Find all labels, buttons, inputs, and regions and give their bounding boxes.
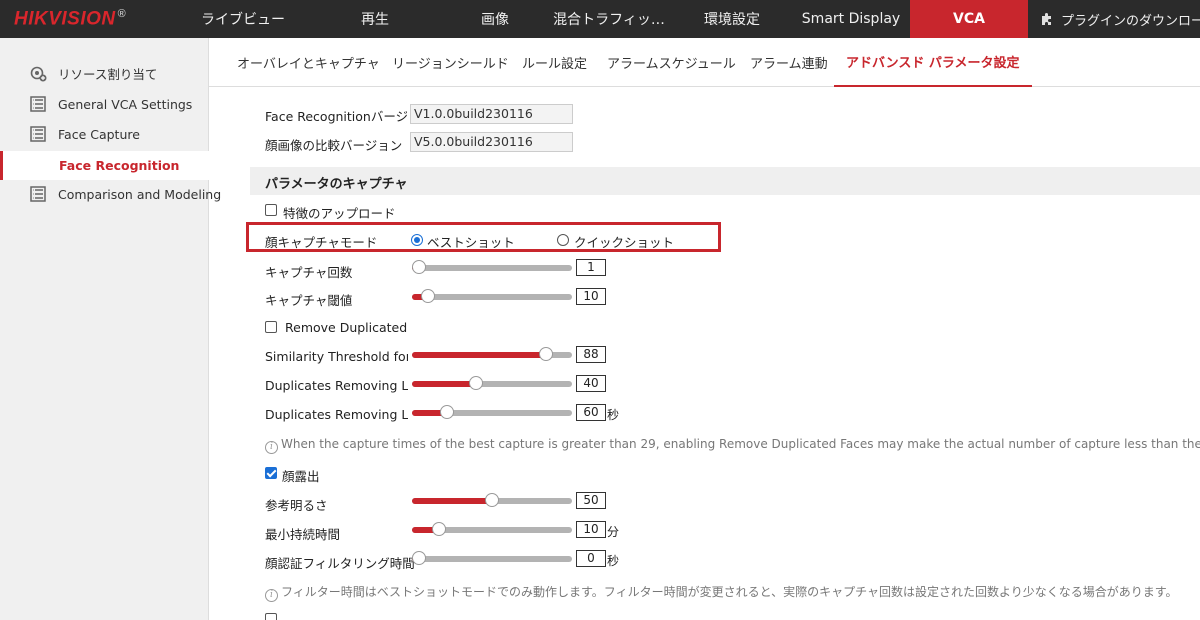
slider-thumb[interactable] (485, 493, 499, 507)
capture-threshold-slider[interactable] (412, 289, 572, 303)
tab-bar: オーバレイとキャプチャ リージョンシールド ルール設定 アラームスケジュール ア… (209, 38, 1200, 87)
duplicates-removing-input-2[interactable]: 60 (576, 404, 606, 421)
tab-overlay-capture[interactable]: オーバレイとキャプチャ (237, 38, 380, 87)
duplicates-removing-input-1[interactable]: 40 (576, 375, 606, 392)
nav-live-view[interactable]: ライブビュー (190, 0, 296, 38)
info-icon: i (265, 441, 278, 454)
duplicates-removing-slider-2[interactable] (412, 405, 572, 419)
nav-vca[interactable]: VCA (910, 0, 1028, 38)
slider-thumb[interactable] (412, 260, 426, 274)
radio-quick-shot-label: クイックショット (574, 235, 675, 250)
remove-duplicated-label: Remove Duplicated F… (285, 320, 410, 335)
duplicates-note-text: When the capture times of the best captu… (281, 437, 1200, 451)
grid-icon (30, 186, 46, 202)
slider-fill (412, 352, 547, 358)
similarity-threshold-input[interactable]: 88 (576, 346, 606, 363)
duplicates-removing-unit: 秒 (607, 408, 620, 422)
slider-fill (412, 381, 476, 387)
sidebar: リソース割り当て General VCA Settings Face Captu… (0, 38, 221, 620)
capture-count-slider[interactable] (412, 260, 572, 274)
capture-count-label: キャプチャ回数 (265, 265, 353, 280)
sidebar-item-face-recognition[interactable]: Face Recognition (0, 151, 209, 180)
similarity-threshold-slider[interactable] (412, 347, 572, 361)
compare-version-field: V5.0.0build230116 (410, 132, 573, 152)
slider-thumb[interactable] (440, 405, 455, 419)
feature-upload-checkbox[interactable] (265, 204, 277, 216)
radio-best-shot-label: ベストショット (427, 235, 515, 250)
remove-duplicated-checkbox[interactable] (265, 321, 277, 333)
nav-mixed-traffic[interactable]: 混合トラフィッ… (550, 0, 668, 38)
tab-alarm-schedule[interactable]: アラームスケジュール (607, 38, 736, 87)
similarity-threshold-label: Similarity Threshold for D… (265, 349, 408, 364)
slider-thumb[interactable] (421, 289, 435, 303)
capture-threshold-label: キャプチャ閾値 (265, 293, 353, 308)
filter-time-input[interactable]: 0 (576, 550, 606, 567)
tab-alarm-linkage[interactable]: アラーム連動 (750, 38, 828, 87)
reference-brightness-input[interactable]: 50 (576, 492, 606, 509)
feature-upload-label: 特徴のアップロード (283, 206, 396, 221)
face-exposure-checkbox[interactable] (265, 467, 277, 479)
nav-configuration[interactable]: 環境設定 (676, 0, 788, 38)
nav-playback[interactable]: 再生 (320, 0, 430, 38)
filter-time-unit: 秒 (607, 554, 620, 568)
nav-image[interactable]: 画像 (440, 0, 550, 38)
compare-version-label: 顔画像の比較バージョン (265, 138, 403, 153)
face-recognition-version-label: Face Recognitionバージ… (265, 109, 407, 124)
duplicates-note: i When the capture times of the best capt… (265, 437, 1200, 454)
plugin-download-label: プラグインのダウンロード (1061, 13, 1200, 29)
slider-thumb[interactable] (432, 522, 447, 536)
duplicates-removing-slider-1[interactable] (412, 376, 572, 390)
radio-quick-shot[interactable] (557, 234, 569, 246)
tab-advanced-parameters[interactable]: アドバンスド パラメータ設定 (834, 38, 1032, 87)
slider-thumb[interactable] (539, 347, 554, 361)
face-exposure-label: 顔露出 (282, 469, 320, 484)
section-title: パラメータのキャプチャ (265, 177, 408, 192)
nav-smart-display[interactable]: Smart Display (794, 0, 908, 38)
min-duration-slider[interactable] (412, 522, 572, 536)
resource-icon (30, 65, 47, 82)
tab-rule-settings[interactable]: ルール設定 (522, 38, 587, 87)
slider-thumb[interactable] (412, 551, 426, 565)
puzzle-icon (1040, 12, 1054, 26)
capture-threshold-input[interactable]: 10 (576, 288, 606, 305)
min-duration-label: 最小持続時間 (265, 527, 341, 542)
duplicates-removing-label-2: Duplicates Removing Libr… (265, 407, 408, 422)
reference-brightness-label: 参考明るさ (265, 498, 328, 513)
capture-count-input[interactable]: 1 (576, 259, 606, 276)
face-recognition-version-field: V1.0.0build230116 (410, 104, 573, 124)
grid-icon (30, 126, 46, 142)
hikvision-logo[interactable]: HIKVISION ® (14, 8, 126, 30)
filter-note: i フィルター時間はベストショットモードでのみ動作します。フィルター時間が変更され… (265, 583, 1178, 602)
filter-note-text: フィルター時間はベストショットモードでのみ動作します。フィルター時間が変更される… (281, 585, 1178, 599)
sidebar-item-general-vca-settings[interactable]: General VCA Settings (0, 92, 209, 116)
filter-time-label: 顔認証フィルタリング時間 (265, 556, 415, 571)
top-bar: HIKVISION ® ライブビュー 再生 画像 混合トラフィッ… 環境設定 Sm… (0, 0, 1200, 38)
tab-region-shield[interactable]: リージョンシールド (392, 38, 509, 87)
slider-thumb[interactable] (469, 376, 483, 390)
sidebar-item-comparison-modeling[interactable]: Comparison and Modeling (0, 182, 221, 206)
filter-time-slider[interactable] (412, 551, 572, 565)
duplicates-removing-label-1: Duplicates Removing Libr… (265, 378, 408, 393)
radio-best-shot[interactable] (411, 234, 423, 246)
min-duration-unit: 分 (607, 525, 620, 539)
grid-icon (30, 96, 46, 112)
next-option-checkbox[interactable] (265, 613, 277, 620)
min-duration-input[interactable]: 10 (576, 521, 606, 538)
reference-brightness-slider[interactable] (412, 493, 572, 507)
plugin-download-link[interactable]: プラグインのダウンロード (1040, 0, 1200, 38)
info-icon: i (265, 589, 278, 602)
sidebar-item-resource-allocation[interactable]: リソース割り当て (0, 60, 209, 86)
sidebar-item-face-capture[interactable]: Face Capture (0, 122, 209, 146)
capture-mode-label: 顔キャプチャモード (265, 235, 378, 250)
slider-fill (412, 498, 492, 504)
section-capture-parameters: パラメータのキャプチャ (250, 167, 1200, 195)
